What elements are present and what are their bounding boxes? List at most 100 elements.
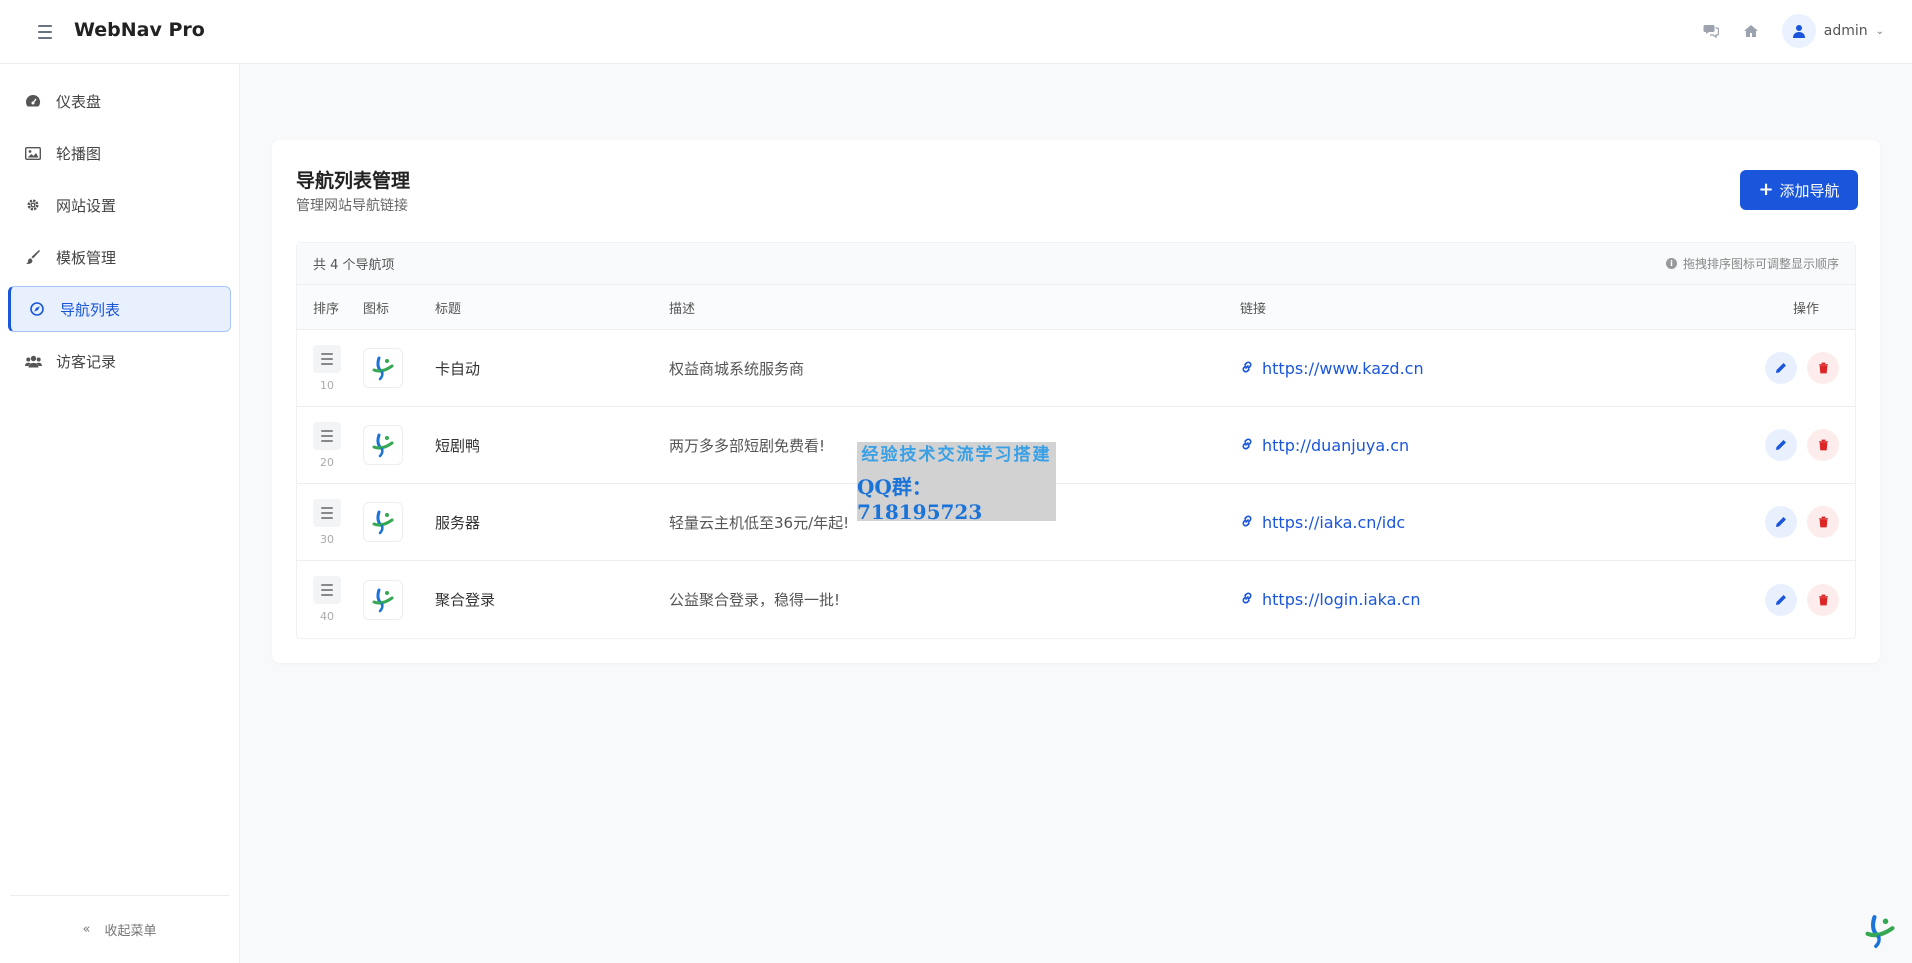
site-logo-icon (363, 348, 403, 388)
sidebar-item-label: 导航列表 (60, 300, 121, 319)
watermark-overlay: 经验技术交流学习搭建 QQ群：718195723 (857, 442, 1056, 524)
top-bar: WebNav Pro admin ⌄ (0, 0, 1912, 64)
chat-icon[interactable] (1702, 22, 1720, 40)
menu-toggle-icon[interactable] (38, 22, 56, 42)
delete-button[interactable] (1807, 583, 1839, 616)
gear-icon (24, 196, 42, 214)
sort-number: 20 (320, 455, 334, 469)
link-icon (1240, 359, 1254, 378)
sort-number: 30 (320, 532, 334, 546)
page-subtitle: 管理网站导航链接 (296, 198, 408, 214)
collapse-menu-label: 收起菜单 (104, 924, 157, 939)
nav-title: 卡自动 (435, 359, 481, 378)
collapse-menu-button[interactable]: « 收起菜单 (10, 895, 229, 963)
sidebar-item-carousel[interactable]: 轮播图 (8, 130, 231, 176)
watermark-line1: 经验技术交流学习搭建 (861, 444, 1052, 465)
users-icon (24, 352, 42, 370)
drag-hint-text: 拖拽排序图标可调整显示顺序 (1682, 257, 1839, 271)
edit-button[interactable] (1765, 352, 1797, 384)
link-icon (1240, 590, 1254, 609)
nav-description: 公益聚合登录，稳得一批! (669, 591, 841, 609)
total-count: 共 4 个导航项 (313, 258, 395, 273)
edit-button[interactable] (1765, 583, 1797, 616)
user-menu[interactable]: admin ⌄ (1781, 14, 1884, 48)
nav-title: 短剧鸭 (435, 436, 481, 455)
nav-link-url: http://duanjuya.cn (1262, 435, 1410, 455)
edit-button[interactable] (1765, 429, 1797, 461)
info-icon: i (1665, 258, 1677, 269)
edit-button[interactable] (1765, 506, 1797, 538)
site-logo-icon (363, 425, 403, 465)
nav-title: 服务器 (435, 513, 481, 532)
table-row: 30 服务器 轻量云主机低至36元/年起! https://iaka.cn/id… (297, 484, 1855, 561)
sidebar-item-label: 轮播图 (56, 144, 102, 163)
sidebar-item-dashboard[interactable]: 仪表盘 (8, 78, 231, 124)
brush-icon (24, 248, 42, 266)
sidebar-item-visitors[interactable]: 访客记录 (8, 338, 231, 384)
top-actions: admin ⌄ (1702, 14, 1884, 48)
trash-icon (1818, 594, 1828, 605)
page-title: 导航列表管理 (296, 170, 411, 192)
sidebar-nav: 仪表盘 轮播图 网站设置 模板管理 导航列表 访客记录 (0, 64, 239, 384)
site-logo-icon (363, 579, 403, 620)
nav-table: 共 4 个导航项 i 拖拽排序图标可调整显示顺序 排序 图标 标题 描述 链接 … (296, 242, 1856, 639)
bars-icon (313, 421, 341, 450)
table-info-bar: 共 4 个导航项 i 拖拽排序图标可调整显示顺序 (297, 243, 1855, 285)
bars-icon (313, 344, 341, 373)
pencil-icon (1776, 594, 1786, 605)
table-row: 10 卡自动 权益商城系统服务商 https://www.kazd.cn (297, 330, 1855, 407)
bars-icon (313, 576, 341, 604)
app-title: WebNav Pro (74, 19, 205, 41)
sidebar: 仪表盘 轮播图 网站设置 模板管理 导航列表 访客记录 « 收起菜单 (0, 64, 240, 963)
nav-link-url: https://login.iaka.cn (1262, 590, 1421, 609)
double-chevron-left-icon: « (82, 922, 91, 937)
sidebar-item-label: 模板管理 (56, 248, 117, 267)
pencil-icon (1776, 517, 1786, 527)
pencil-icon (1776, 363, 1786, 373)
drag-hint: i 拖拽排序图标可调整显示顺序 (1665, 255, 1839, 272)
nav-link-url: https://www.kazd.cn (1262, 358, 1424, 378)
link-icon (1240, 513, 1254, 532)
trash-icon (1818, 516, 1828, 528)
column-header-link: 链接 (1240, 301, 1267, 317)
nav-description: 权益商城系统服务商 (669, 359, 805, 378)
column-header-actions: 操作 (1792, 301, 1819, 317)
nav-link[interactable]: https://www.kazd.cn (1240, 359, 1740, 378)
dashboard-icon (24, 92, 42, 110)
nav-title: 聚合登录 (435, 591, 496, 609)
drag-handle[interactable]: 10 (313, 344, 341, 392)
column-header-icon: 图标 (363, 301, 390, 317)
nav-list-card: 导航列表管理 管理网站导航链接 + 添加导航 共 4 个导航项 i 拖拽排序图标… (272, 140, 1880, 663)
trash-icon (1818, 439, 1828, 451)
nav-link[interactable]: http://duanjuya.cn (1240, 436, 1740, 455)
column-header-title: 标题 (435, 301, 462, 317)
add-nav-label: 添加导航 (1779, 181, 1840, 200)
nav-link-url: https://iaka.cn/idc (1262, 512, 1406, 532)
add-nav-button[interactable]: + 添加导航 (1740, 170, 1858, 210)
avatar (1781, 14, 1816, 48)
home-icon[interactable] (1742, 22, 1760, 40)
delete-button[interactable] (1807, 506, 1839, 538)
sidebar-item-settings[interactable]: 网站设置 (8, 182, 231, 228)
corner-logo-icon[interactable] (1862, 913, 1898, 949)
bars-icon (313, 498, 341, 527)
chevron-down-icon: ⌄ (1875, 25, 1884, 37)
drag-handle[interactable]: 30 (313, 498, 341, 546)
sidebar-item-label: 网站设置 (56, 196, 117, 215)
delete-button[interactable] (1807, 352, 1839, 384)
sort-number: 10 (320, 378, 334, 392)
sidebar-item-templates[interactable]: 模板管理 (8, 234, 231, 280)
nav-link[interactable]: https://iaka.cn/idc (1240, 513, 1740, 532)
sidebar-item-nav-list[interactable]: 导航列表 (8, 286, 231, 332)
delete-button[interactable] (1807, 429, 1839, 461)
nav-link[interactable]: https://login.iaka.cn (1240, 590, 1740, 609)
image-icon (24, 144, 42, 162)
trash-icon (1818, 362, 1828, 374)
watermark-line2: QQ群：718195723 (857, 474, 983, 524)
drag-handle[interactable]: 20 (313, 421, 341, 469)
plus-icon: + (1758, 179, 1774, 200)
table-header: 排序 图标 标题 描述 链接 操作 (297, 285, 1855, 330)
link-icon (1240, 436, 1254, 455)
drag-handle[interactable]: 40 (313, 576, 341, 623)
pencil-icon (1776, 440, 1786, 450)
